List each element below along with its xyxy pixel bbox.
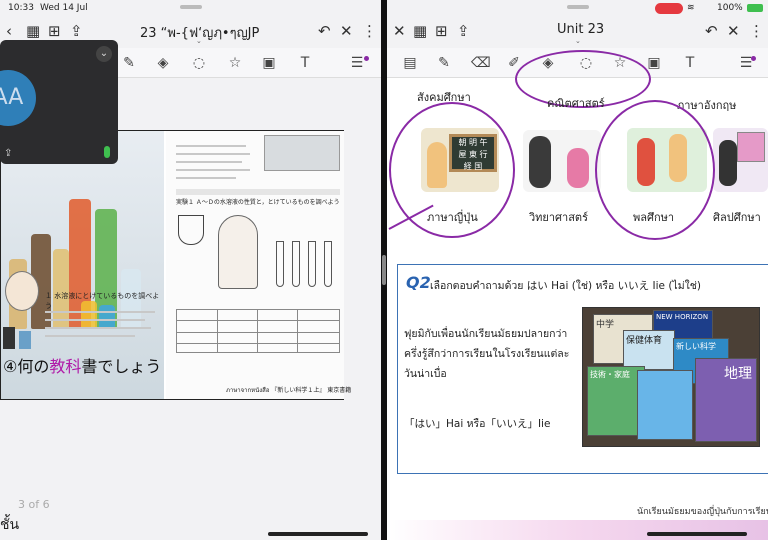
- beaker-illustration: [178, 215, 204, 245]
- subject-pe: พลศึกษา: [633, 211, 675, 224]
- experiment-title: 実験１ Ａ～Ｄの水溶液の性質と，とけているものを調べよう: [176, 199, 340, 206]
- more-icon[interactable]: ⋮: [749, 24, 764, 39]
- window-grabber[interactable]: [180, 5, 202, 9]
- text-icon[interactable]: T: [681, 54, 699, 72]
- pen-color-dot: [364, 56, 369, 61]
- question-box: Q2 เลือกตอบคำถามด้วย はい Hai (ใช่) หรือ い…: [397, 264, 768, 474]
- undo-icon[interactable]: ↶: [318, 24, 331, 39]
- question-heading: １ 水溶液にとけているものを調べよう: [45, 292, 160, 310]
- subject-art: ศิลปศึกษา: [713, 211, 761, 224]
- battery-icon: [747, 4, 763, 12]
- status-time: 10:33: [8, 3, 34, 13]
- undo-icon[interactable]: ↶: [705, 24, 718, 39]
- left-pane: 10:33 Wed 14 Jul ‹ ▦ ⊞ ⇪ 23 “พ-{ฟ‘ญฦ•ๆญJ…: [0, 0, 381, 540]
- decorative-band: [387, 520, 768, 540]
- status-date: Wed 14 Jul: [40, 3, 88, 13]
- lasso-icon[interactable]: ◌: [190, 54, 208, 72]
- results-table: [176, 309, 340, 353]
- subject-japanese: ภาษาญี่ปุ่น: [427, 211, 478, 224]
- pen-icon[interactable]: ✎: [435, 54, 453, 72]
- glassware-image: [264, 135, 340, 171]
- image-icon[interactable]: ▣: [260, 54, 278, 72]
- right-titlebar: ✕ ▦ ⊞ ⇪ Unit 23 ⌄ ↶ ✕ ⋮: [387, 16, 768, 48]
- title-chevron-icon[interactable]: ⌄: [196, 37, 202, 45]
- page-footer: นักเรียนมัธยมของญี่ปุ่นกับการเรียน 20: [637, 507, 768, 517]
- grid-icon[interactable]: ▦: [26, 24, 40, 39]
- pen-color-dot: [751, 56, 756, 61]
- subject-math: คณิตศาสตร์: [547, 97, 605, 110]
- textbook-spread: １ 水溶液にとけているものを調べよう ④何の教科書でしょう 実験１ Ａ～Ｄの水溶…: [0, 130, 351, 400]
- text-page: 実験１ Ａ～Ｄの水溶液の性質と，とけているものを調べよう ภาษาจากหนัง…: [166, 131, 351, 399]
- answer-hint: 「はい」Hai หรือ「いいえ」Iie: [404, 418, 551, 430]
- home-indicator-right[interactable]: [647, 532, 747, 536]
- battery-percent: 100%: [717, 3, 743, 13]
- screen-share-icon[interactable]: ⇪: [4, 148, 12, 159]
- share-icon[interactable]: ⇪: [457, 24, 470, 39]
- textbooks-photo: 中学 NEW HORIZON 保健体育 新しい科学 技術・家庭 地理: [582, 307, 760, 447]
- close-icon[interactable]: ✕: [393, 24, 406, 39]
- recording-indicator: [655, 3, 683, 14]
- book-caption: ภาษาจากหนังสือ 『新しい科学１上』 東京書籍: [226, 387, 352, 394]
- shapes-icon[interactable]: ◈: [154, 54, 172, 72]
- page-icon[interactable]: ▤: [401, 54, 419, 72]
- back-icon[interactable]: ‹: [6, 24, 12, 39]
- book-6: 地理: [695, 358, 757, 442]
- chevron-down-icon[interactable]: ⌄: [96, 46, 112, 62]
- grid-icon[interactable]: ▦: [413, 24, 427, 39]
- professor-illustration: [5, 271, 39, 311]
- document-title-right[interactable]: Unit 23: [557, 22, 604, 37]
- unit-page: สังคมศึกษา คณิตศาสตร์ ภาษาอังกฤษ 朝 明 午屋 …: [387, 50, 768, 540]
- question-prompt: เลือกตอบคำถามด้วย はい Hai (ใช่) หรือ いいえ …: [430, 280, 701, 292]
- question-body-3: วันน่าเบื่อ: [404, 368, 447, 380]
- page-count: 3 of 6: [18, 498, 50, 511]
- text-icon[interactable]: T: [296, 54, 314, 72]
- right-pane: ≋ 100% ✕ ▦ ⊞ ⇪ Unit 23 ⌄ ↶ ✕ ⋮ ▤ ✎ ⌫ ✐ ◈…: [387, 0, 768, 540]
- eraser-icon[interactable]: ⌫: [471, 54, 491, 72]
- question-body-1: ฟุยมิกับเพื่อนนักเรียนมัธยมปลายกว่า: [404, 328, 568, 340]
- split-handle[interactable]: [382, 255, 386, 285]
- subject-science: วิทยาศาสตร์: [529, 211, 588, 224]
- test-tubes-illustration: [270, 221, 340, 291]
- title-chevron-icon[interactable]: ⌄: [575, 37, 581, 45]
- close-icon[interactable]: ✕: [340, 24, 353, 39]
- video-call-overlay[interactable]: ⌄ AA ⇪: [0, 40, 118, 164]
- art-class-illustration: [713, 128, 768, 192]
- add-page-icon[interactable]: ⊞: [435, 24, 448, 39]
- question-label: Q2: [406, 273, 431, 292]
- handwritten-note: ④何の教科書でしょう: [3, 357, 162, 376]
- mic-icon[interactable]: [104, 146, 110, 158]
- add-page-icon[interactable]: ⊞: [48, 24, 61, 39]
- book-2: 保健体育: [623, 330, 675, 370]
- home-indicator[interactable]: [268, 532, 368, 536]
- question-body-2: ครึ่งรู้สึกว่าการเรียนในโรงเรียนแต่ละ: [404, 348, 570, 360]
- wifi-icon: ≋: [687, 3, 695, 13]
- share-icon[interactable]: ⇪: [70, 24, 83, 39]
- next-page-text: ชั้น: [0, 517, 20, 533]
- more-icon[interactable]: ⋮: [362, 24, 377, 39]
- close-icon[interactable]: ✕: [727, 24, 740, 39]
- science-class-illustration: [523, 130, 601, 192]
- student-illustration: [218, 215, 258, 289]
- pen-icon[interactable]: ✎: [120, 54, 138, 72]
- window-grabber-right[interactable]: [567, 5, 589, 9]
- sticker-icon[interactable]: ☆: [226, 54, 244, 72]
- avatar: AA: [0, 70, 36, 126]
